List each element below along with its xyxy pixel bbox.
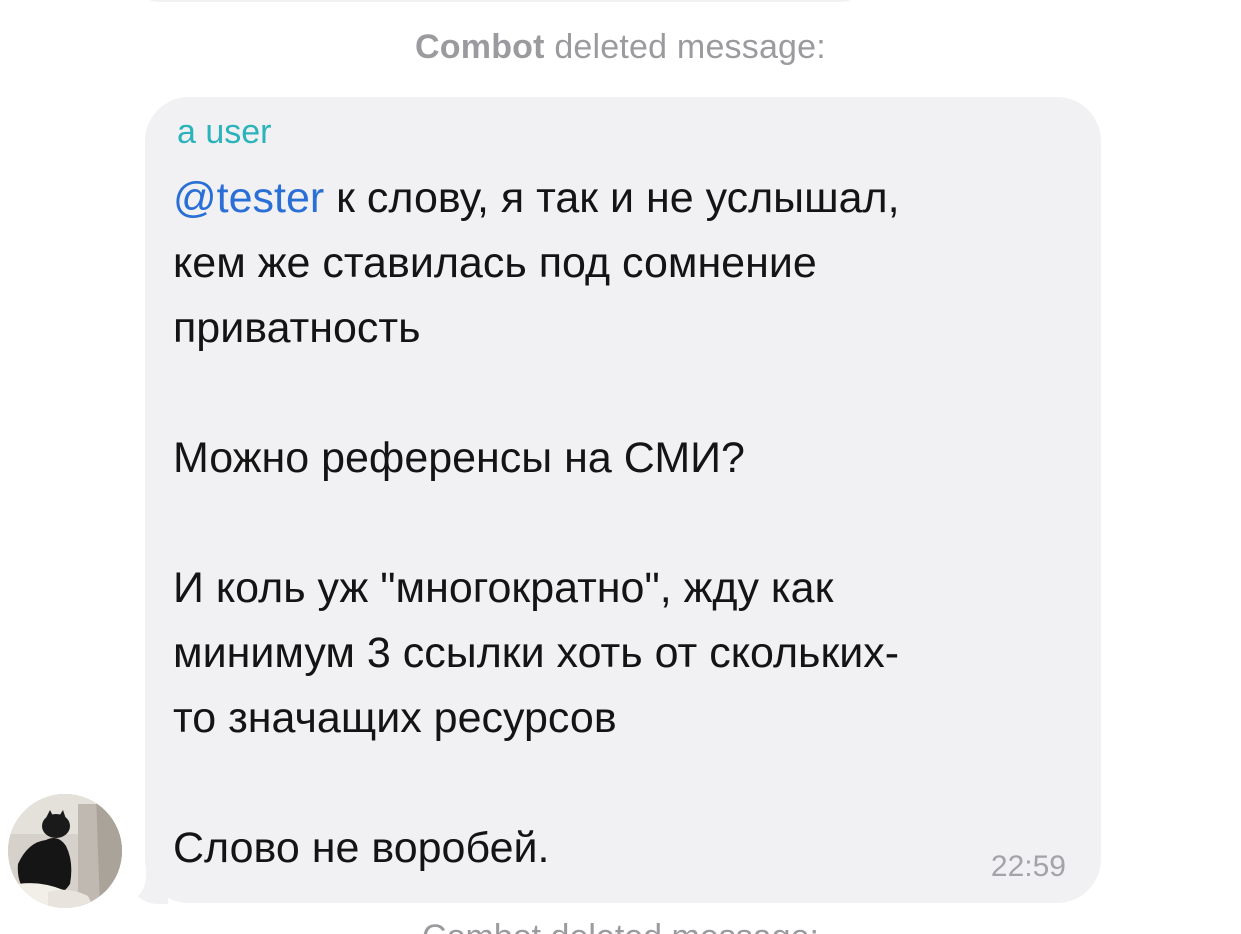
previous-message-bubble[interactable] bbox=[130, 0, 870, 2]
next-service-message: Combot deleted message: bbox=[0, 918, 1241, 934]
service-message: Combot deleted message: bbox=[0, 28, 1241, 67]
avatar-photo bbox=[8, 794, 122, 908]
message-text: @tester к слову, я так и не услышал, кем… bbox=[173, 166, 1073, 881]
service-message-actor: Combot bbox=[415, 28, 545, 66]
avatar[interactable] bbox=[8, 794, 122, 908]
message-sender-name[interactable]: a user bbox=[177, 113, 272, 152]
service-message-action: deleted message: bbox=[554, 28, 826, 66]
chat-view: Combot deleted message: a user @tester к… bbox=[0, 0, 1241, 934]
message-body: к слову, я так и не услышал, кем же став… bbox=[173, 174, 900, 872]
mention-link[interactable]: @tester bbox=[173, 174, 324, 222]
message-timestamp: 22:59 bbox=[990, 850, 1066, 883]
